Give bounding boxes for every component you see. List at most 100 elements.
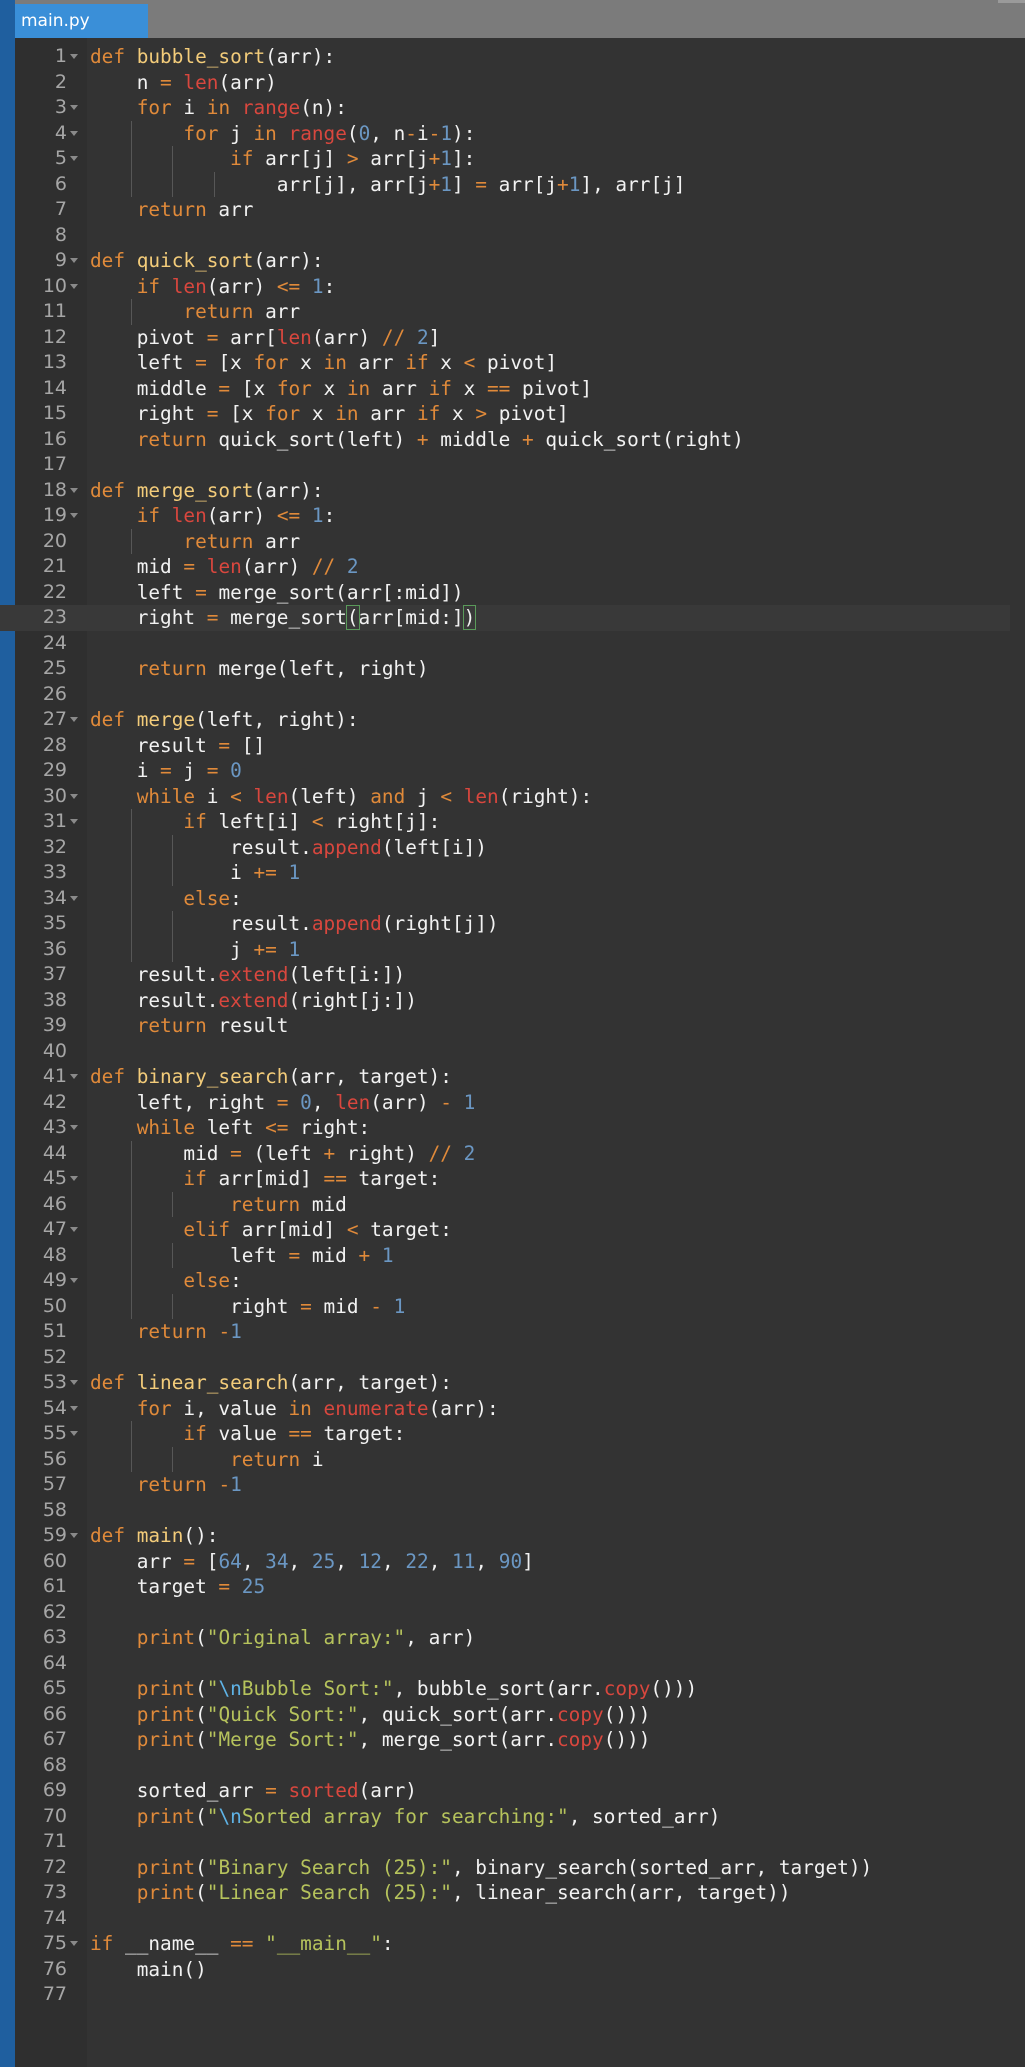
- fold-chevron-icon[interactable]: [70, 1125, 78, 1130]
- code-line[interactable]: 39 return result: [0, 1013, 1010, 1039]
- code-line[interactable]: 5 if arr[j] > arr[j+1]:: [0, 146, 1010, 172]
- code-line[interactable]: 66 print("Quick Sort:", quick_sort(arr.c…: [0, 1702, 1010, 1728]
- code-line[interactable]: 42 left, right = 0, len(arr) - 1: [0, 1090, 1010, 1116]
- code-line[interactable]: 24: [0, 631, 1010, 657]
- code-line[interactable]: 35 result.append(right[j]): [0, 911, 1010, 937]
- code-line[interactable]: 59 def main():: [0, 1523, 1010, 1549]
- code-line[interactable]: 34 else:: [0, 886, 1010, 912]
- code-line[interactable]: 60 arr = [64, 34, 25, 12, 22, 11, 90]: [0, 1549, 1010, 1575]
- code-line[interactable]: 50 right = mid - 1: [0, 1294, 1010, 1320]
- code-line[interactable]: 56 return i: [0, 1447, 1010, 1473]
- fold-chevron-icon[interactable]: [70, 258, 78, 263]
- code-line[interactable]: 64: [0, 1651, 1010, 1677]
- code-line[interactable]: 10 if len(arr) <= 1:: [0, 274, 1010, 300]
- fold-chevron-icon[interactable]: [70, 105, 78, 110]
- code-line[interactable]: 58: [0, 1498, 1010, 1524]
- code-line[interactable]: 65 print("\nBubble Sort:", bubble_sort(a…: [0, 1676, 1010, 1702]
- code-line[interactable]: 4 for j in range(0, n-i-1):: [0, 121, 1010, 147]
- code-line[interactable]: 16 return quick_sort(left) + middle + qu…: [0, 427, 1010, 453]
- fold-chevron-icon[interactable]: [70, 793, 78, 799]
- code-line[interactable]: 11 return arr: [0, 299, 1010, 325]
- code-line[interactable]: 67 print("Merge Sort:", merge_sort(arr.c…: [0, 1727, 1010, 1753]
- fold-chevron-icon[interactable]: [70, 1278, 78, 1283]
- fold-chevron-icon[interactable]: [70, 1074, 78, 1079]
- fold-chevron-icon[interactable]: [70, 717, 78, 722]
- fold-chevron-icon[interactable]: [70, 513, 78, 518]
- code-line[interactable]: 75 if __name__ == "__main__":: [0, 1931, 1010, 1957]
- code-line[interactable]: 45 if arr[mid] == target:: [0, 1166, 1010, 1192]
- fold-chevron-icon[interactable]: [70, 1176, 78, 1181]
- fold-chevron-icon[interactable]: [70, 819, 78, 824]
- code-line[interactable]: 37 result.extend(left[i:]): [0, 962, 1010, 988]
- code-line[interactable]: 17: [0, 452, 1010, 478]
- fold-chevron-icon[interactable]: [70, 1533, 78, 1538]
- code-line[interactable]: 61 target = 25: [0, 1574, 1010, 1600]
- code-line[interactable]: 15 right = [x for x in arr if x > pivot]: [0, 401, 1010, 427]
- fold-chevron-icon[interactable]: [70, 54, 78, 59]
- code-line[interactable]: 73 print("Linear Search (25):", linear_s…: [0, 1880, 1010, 1906]
- code-line[interactable]: 68: [0, 1753, 1010, 1779]
- code-line[interactable]: 48 left = mid + 1: [0, 1243, 1010, 1269]
- code-line[interactable]: 76 main(): [0, 1957, 1010, 1983]
- code-line[interactable]: 32 result.append(left[i]): [0, 835, 1010, 861]
- fold-chevron-icon[interactable]: [70, 130, 78, 136]
- code-line[interactable]: 21 mid = len(arr) // 2: [0, 554, 1010, 580]
- code-line[interactable]: 22 left = merge_sort(arr[:mid]): [0, 580, 1010, 606]
- fold-chevron-icon[interactable]: [70, 283, 78, 289]
- fold-chevron-icon[interactable]: [70, 1227, 78, 1232]
- code-line[interactable]: 33 i += 1: [0, 860, 1010, 886]
- code-line[interactable]: 51 return -1: [0, 1319, 1010, 1345]
- code-line[interactable]: 20 return arr: [0, 529, 1010, 555]
- code-line[interactable]: 43 while left <= right:: [0, 1115, 1010, 1141]
- code-line[interactable]: 23 right = merge_sort(arr[mid:]): [0, 605, 1010, 631]
- tab-main-py[interactable]: main.py: [15, 4, 148, 38]
- code-line[interactable]: 14 middle = [x for x in arr if x == pivo…: [0, 376, 1010, 402]
- code-line[interactable]: 28 result = []: [0, 733, 1010, 759]
- code-line[interactable]: 54 for i, value in enumerate(arr):: [0, 1396, 1010, 1422]
- code-line[interactable]: 31 if left[i] < right[j]:: [0, 809, 1010, 835]
- code-line[interactable]: 63 print("Original array:", arr): [0, 1625, 1010, 1651]
- fold-chevron-icon[interactable]: [70, 1380, 78, 1385]
- code-line[interactable]: 12 pivot = arr[len(arr) // 2]: [0, 325, 1010, 351]
- code-line[interactable]: 44 mid = (left + right) // 2: [0, 1141, 1010, 1167]
- code-line[interactable]: 69 sorted_arr = sorted(arr): [0, 1778, 1010, 1804]
- code-line[interactable]: 72 print("Binary Search (25):", binary_s…: [0, 1855, 1010, 1881]
- code-line[interactable]: 18 def merge_sort(arr):: [0, 478, 1010, 504]
- fold-chevron-icon[interactable]: [70, 487, 78, 493]
- code-line[interactable]: 27 def merge(left, right):: [0, 707, 1010, 733]
- code-line[interactable]: 6 arr[j], arr[j+1] = arr[j+1], arr[j]: [0, 172, 1010, 198]
- code-line[interactable]: 77: [0, 1982, 1010, 2008]
- code-line[interactable]: 52: [0, 1345, 1010, 1371]
- code-line[interactable]: 1 def bubble_sort(arr):: [0, 44, 1010, 70]
- code-line[interactable]: 40: [0, 1039, 1010, 1065]
- code-line[interactable]: 38 result.extend(right[j:]): [0, 988, 1010, 1014]
- code-line[interactable]: 41 def binary_search(arr, target):: [0, 1064, 1010, 1090]
- code-line[interactable]: 13 left = [x for x in arr if x < pivot]: [0, 350, 1010, 376]
- code-line[interactable]: 29 i = j = 0: [0, 758, 1010, 784]
- code-line[interactable]: 30 while i < len(left) and j < len(right…: [0, 784, 1010, 810]
- fold-chevron-icon[interactable]: [70, 895, 78, 901]
- code-line[interactable]: 57 return -1: [0, 1472, 1010, 1498]
- fold-chevron-icon[interactable]: [70, 1941, 78, 1946]
- code-line[interactable]: 49 else:: [0, 1268, 1010, 1294]
- code-line[interactable]: 47 elif arr[mid] < target:: [0, 1217, 1010, 1243]
- code-line[interactable]: 19 if len(arr) <= 1:: [0, 503, 1010, 529]
- code-line[interactable]: 46 return mid: [0, 1192, 1010, 1218]
- code-line[interactable]: 8: [0, 223, 1010, 249]
- code-line[interactable]: 74: [0, 1906, 1010, 1932]
- code-line[interactable]: 26: [0, 682, 1010, 708]
- code-line[interactable]: 53 def linear_search(arr, target):: [0, 1370, 1010, 1396]
- code-line[interactable]: 9 def quick_sort(arr):: [0, 248, 1010, 274]
- code-line[interactable]: 7 return arr: [0, 197, 1010, 223]
- code-line[interactable]: 2 n = len(arr): [0, 70, 1010, 96]
- code-line[interactable]: 62: [0, 1600, 1010, 1626]
- fold-chevron-icon[interactable]: [70, 1431, 78, 1436]
- code-line[interactable]: 55 if value == target:: [0, 1421, 1010, 1447]
- code-line[interactable]: 70 print("\nSorted array for searching:"…: [0, 1804, 1010, 1830]
- code-line[interactable]: 71: [0, 1829, 1010, 1855]
- fold-chevron-icon[interactable]: [70, 156, 78, 161]
- code-line[interactable]: 3 for i in range(n):: [0, 95, 1010, 121]
- code-line[interactable]: 25 return merge(left, right): [0, 656, 1010, 682]
- fold-chevron-icon[interactable]: [70, 1405, 78, 1411]
- code-line[interactable]: 36 j += 1: [0, 937, 1010, 963]
